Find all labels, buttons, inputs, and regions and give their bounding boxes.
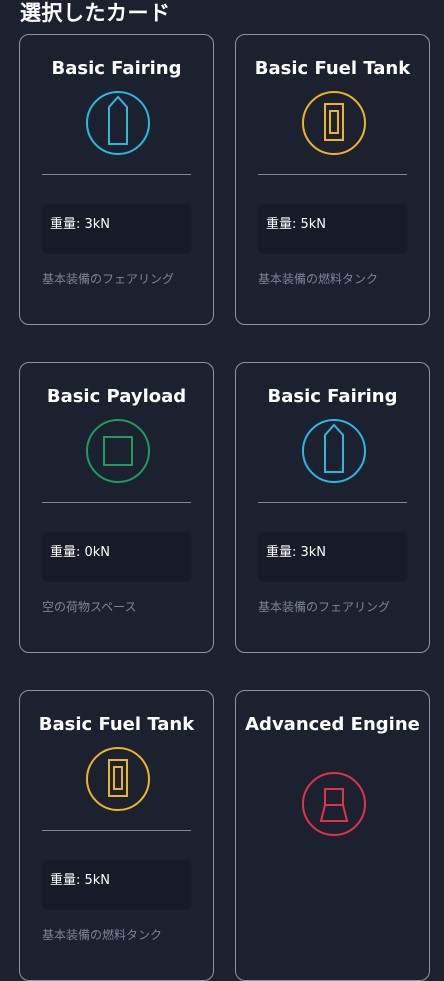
card-description: 空の荷物スペース [42,600,137,614]
page-title: 選択したカード [20,1,171,25]
weight-stat: 重量: 3kN [258,532,407,582]
card-divider [258,502,407,503]
engine-icon [301,771,367,837]
card-description: 基本装備の燃料タンク [258,272,379,286]
card-divider [42,174,191,175]
fairing-icon [85,90,151,156]
weight-stat: 重量: 5kN [42,860,191,910]
fuel-tank-icon [301,90,367,156]
weight-label: 重量: 0kN [50,545,111,560]
card-advanced-engine[interactable]: Advanced Engine [235,690,430,981]
card-divider [42,502,191,503]
payload-icon [85,418,151,484]
card-description: 基本装備のフェアリング [42,272,175,286]
fairing-icon [301,418,367,484]
selected-cards-grid: Basic Fairing 重量: 3kN 基本装備のフェアリング Basic … [19,34,430,981]
card-name: Basic Fuel Tank [38,714,195,735]
card-basic-payload[interactable]: Basic Payload 重量: 0kN 空の荷物スペース [19,362,214,653]
weight-label: 重量: 3kN [50,217,111,232]
card-name: Basic Fairing [267,386,398,407]
weight-label: 重量: 5kN [266,217,327,232]
card-description: 基本装備のフェアリング [258,600,391,614]
card-name: Basic Payload [46,386,187,407]
weight-label: 重量: 5kN [50,873,111,888]
card-basic-fuel-tank[interactable]: Basic Fuel Tank 重量: 5kN 基本装備の燃料タンク [19,690,214,981]
card-basic-fairing[interactable]: Basic Fairing 重量: 3kN 基本装備のフェアリング [235,362,430,653]
card-description: 基本装備の燃料タンク [42,928,163,942]
card-name: Basic Fuel Tank [254,58,411,79]
weight-label: 重量: 3kN [266,545,327,560]
card-divider [258,174,407,175]
card-name: Basic Fairing [51,58,182,79]
card-basic-fairing[interactable]: Basic Fairing 重量: 3kN 基本装備のフェアリング [19,34,214,325]
weight-stat: 重量: 3kN [42,204,191,254]
card-name: Advanced Engine [245,714,420,735]
fuel-tank-icon [85,746,151,812]
weight-stat: 重量: 5kN [258,204,407,254]
card-basic-fuel-tank[interactable]: Basic Fuel Tank 重量: 5kN 基本装備の燃料タンク [235,34,430,325]
card-divider [42,830,191,831]
weight-stat: 重量: 0kN [42,532,191,582]
